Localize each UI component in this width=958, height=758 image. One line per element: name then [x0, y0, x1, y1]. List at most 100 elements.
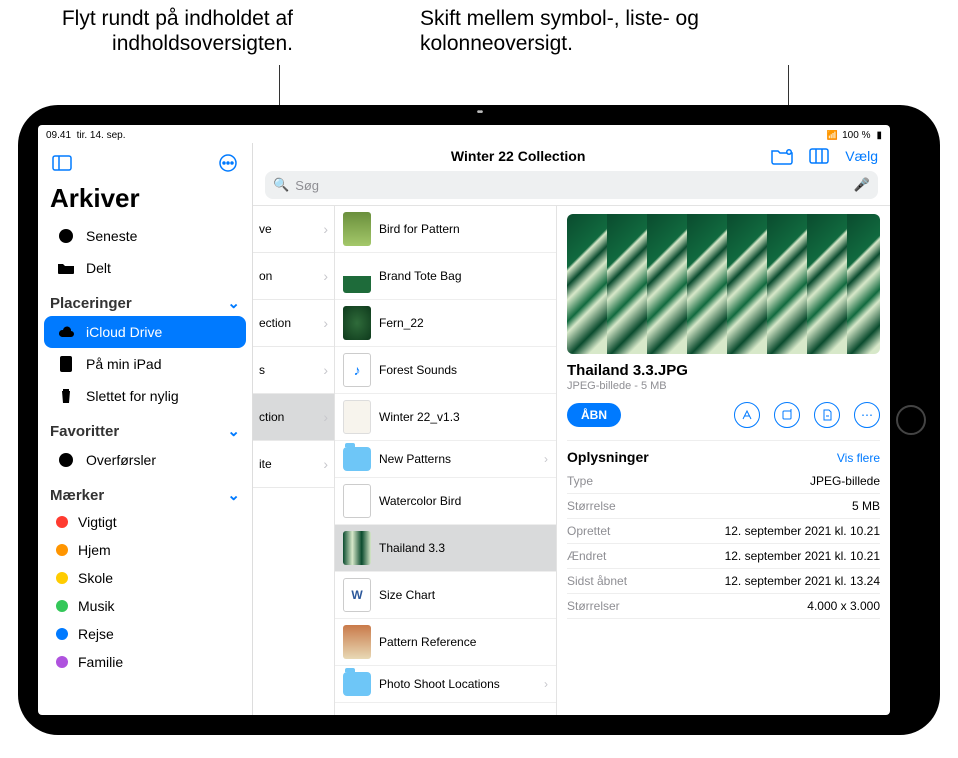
sidebar-item-label: iCloud Drive: [86, 324, 162, 340]
tag-dot-icon: [56, 628, 68, 640]
sidebar-tag-item[interactable]: Skole: [44, 564, 246, 592]
chevron-right-icon: ›: [323, 409, 328, 425]
chevron-right-icon: ›: [323, 315, 328, 331]
ipad-frame: 09.41 tir. 14. sep. ••• 100 % Ar: [18, 105, 940, 735]
parent-column-item[interactable]: ection›: [253, 300, 334, 347]
search-icon: 🔍: [273, 177, 289, 193]
file-item[interactable]: Forest Sounds: [335, 347, 556, 394]
file-item[interactable]: New Patterns›: [335, 441, 556, 478]
wifi-icon: [827, 130, 838, 141]
dictate-icon[interactable]: 🎤: [854, 177, 870, 193]
truncated-label: ction: [259, 410, 284, 424]
info-heading: Oplysninger: [567, 449, 649, 465]
file-item[interactable]: Bird for Pattern: [335, 206, 556, 253]
file-item[interactable]: Pattern Reference: [335, 619, 556, 666]
parent-column-item[interactable]: ve›: [253, 206, 334, 253]
tag-dot-icon: [56, 600, 68, 612]
cloud-icon: [56, 322, 76, 342]
file-label: Forest Sounds: [379, 363, 457, 377]
content-area: Winter 22 Collection Vælg 🔍 Søg 🎤: [253, 143, 890, 715]
info-key: Ændret: [567, 549, 606, 563]
file-preview[interactable]: [567, 214, 880, 354]
file-item[interactable]: Brand Tote Bag: [335, 253, 556, 300]
sidebar-item-shared[interactable]: Delt: [44, 252, 246, 284]
sidebar-item-label: Vigtigt: [78, 514, 117, 530]
tag-dot-icon: [56, 544, 68, 556]
file-item[interactable]: Watercolor Bird: [335, 478, 556, 525]
file-label: Winter 22_v1.3: [379, 410, 460, 424]
tag-dot-icon: [56, 516, 68, 528]
more-options-icon[interactable]: [214, 149, 242, 177]
sidebar-tag-item[interactable]: Hjem: [44, 536, 246, 564]
battery-icon: [874, 130, 882, 141]
info-row: Størrelse5 MB: [567, 494, 880, 519]
sidebar-item-label: Musik: [78, 598, 115, 614]
sidebar-item-downloads[interactable]: Overførsler: [44, 444, 246, 476]
toolbar: Winter 22 Collection Vælg: [253, 143, 890, 169]
sidebar-item-icloud[interactable]: iCloud Drive: [44, 316, 246, 348]
parent-column-item[interactable]: ite›: [253, 441, 334, 488]
select-button[interactable]: Vælg: [845, 148, 878, 164]
info-key: Oprettet: [567, 524, 610, 538]
file-thumbnail: [343, 484, 371, 518]
status-time: 09.41 tir. 14. sep.: [46, 130, 126, 141]
sidebar-title: Arkiver: [38, 183, 252, 220]
sidebar-item-trash[interactable]: Slettet for nylig: [44, 380, 246, 412]
file-label: Pattern Reference: [379, 635, 476, 649]
sidebar-section-favorites[interactable]: Favoritter ⌄: [38, 412, 252, 444]
sidebar-item-label: Rejse: [78, 626, 114, 642]
column-files: Bird for Pattern Brand Tote Bag Fern_22 For…: [335, 206, 557, 715]
parent-column-item[interactable]: ction ›: [253, 394, 334, 441]
parent-column-item[interactable]: s›: [253, 347, 334, 394]
sidebar-tag-item[interactable]: Vigtigt: [44, 508, 246, 536]
open-button[interactable]: ÅBN: [567, 403, 621, 427]
file-item[interactable]: Photo Shoot Locations›: [335, 666, 556, 703]
file-item[interactable]: Fern_22: [335, 300, 556, 347]
info-value: 5 MB: [852, 499, 880, 513]
sidebar-item-label: Seneste: [86, 228, 137, 244]
markup-icon[interactable]: [734, 402, 760, 428]
sidebar-item-label: Delt: [86, 260, 111, 276]
new-folder-button[interactable]: [771, 147, 793, 165]
file-item[interactable]: Winter 22_v1.3: [335, 394, 556, 441]
info-key: Type: [567, 474, 593, 488]
file-item[interactable]: Size Chart: [335, 572, 556, 619]
chevron-right-icon: ›: [323, 362, 328, 378]
folder-title: Winter 22 Collection: [451, 148, 585, 164]
file-thumbnail: [343, 212, 371, 246]
sidebar-toggle-icon[interactable]: [48, 149, 76, 177]
tag-dot-icon: [56, 656, 68, 668]
parent-column-item[interactable]: on›: [253, 253, 334, 300]
file-item[interactable]: Thailand 3.3: [335, 525, 556, 572]
shared-folder-icon: [56, 258, 76, 278]
file-label: Brand Tote Bag: [379, 269, 462, 283]
sidebar-item-label: Hjem: [78, 542, 111, 558]
sidebar-section-locations[interactable]: Placeringer ⌄: [38, 284, 252, 316]
sidebar-tag-item[interactable]: Familie: [44, 648, 246, 676]
show-more-link[interactable]: Vis flere: [837, 451, 880, 465]
sidebar-tag-item[interactable]: Musik: [44, 592, 246, 620]
sidebar-tag-item[interactable]: Rejse: [44, 620, 246, 648]
pdf-icon[interactable]: [814, 402, 840, 428]
info-value: 12. september 2021 kl. 13.24: [725, 574, 880, 588]
home-button[interactable]: [896, 405, 926, 435]
file-thumbnail: [343, 400, 371, 434]
sidebar-item-recent[interactable]: Seneste: [44, 220, 246, 252]
info-value: JPEG-billede: [810, 474, 880, 488]
info-key: Størrelser: [567, 599, 620, 613]
view-mode-button[interactable]: [809, 148, 829, 164]
search-field[interactable]: 🔍 Søg 🎤: [265, 171, 878, 199]
file-label: Photo Shoot Locations: [379, 677, 500, 691]
info-row: Sidst åbnet12. september 2021 kl. 13.24: [567, 569, 880, 594]
info-row: Oprettet12. september 2021 kl. 10.21: [567, 519, 880, 544]
sidebar-section-tags[interactable]: Mærker ⌄: [38, 476, 252, 508]
info-row: Ændret 12. september 2021 kl. 10.21: [567, 544, 880, 569]
trash-icon: [56, 386, 76, 406]
sidebar-item-on-ipad[interactable]: På min iPad: [44, 348, 246, 380]
truncated-label: ve: [259, 222, 272, 236]
more-actions-icon[interactable]: ⋯: [854, 402, 880, 428]
screen: 09.41 tir. 14. sep. ••• 100 % Ar: [38, 125, 890, 715]
info-value: 12. september 2021 kl. 10.21: [725, 549, 880, 563]
rotate-icon[interactable]: [774, 402, 800, 428]
sidebar: Arkiver Seneste Delt Placeringer ⌄: [38, 143, 253, 715]
